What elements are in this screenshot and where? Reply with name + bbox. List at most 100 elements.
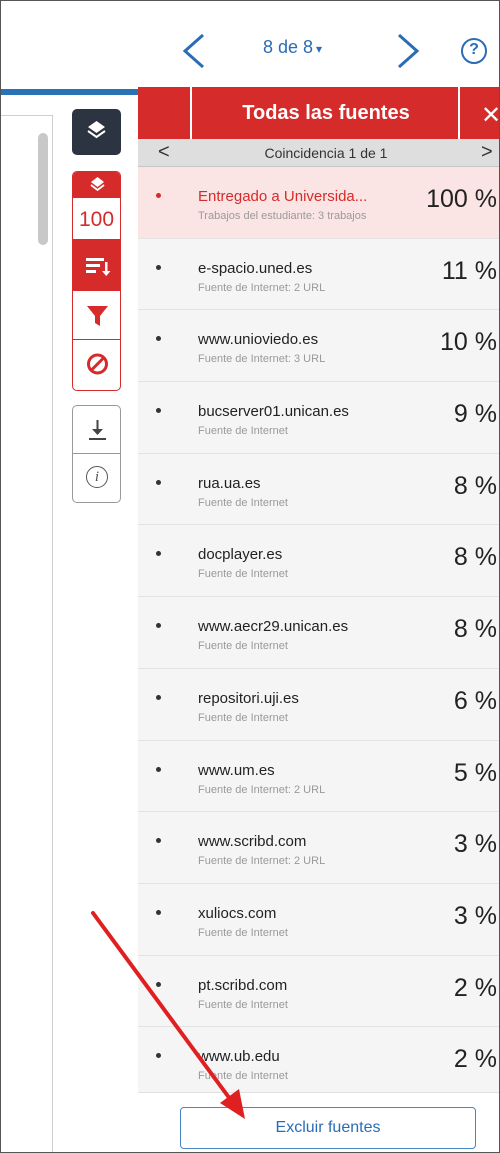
source-type: Fuente de Internet: [198, 1070, 288, 1083]
source-item[interactable]: www.aecr29.unican.es Fuente de Internet …: [138, 597, 499, 669]
source-name: repositori.uji.es: [198, 689, 299, 707]
source-item[interactable]: www.unioviedo.es Fuente de Internet: 3 U…: [138, 310, 499, 383]
source-percentage: 6 %: [453, 686, 497, 715]
exclude-sources-button[interactable]: Excluir fuentes: [180, 1107, 476, 1149]
bullet-icon: [156, 479, 161, 485]
sources-panel-header: Todas las fuentes ✕: [138, 87, 499, 139]
source-item[interactable]: repositori.uji.es Fuente de Internet 6 %: [138, 668, 499, 741]
bullet-icon: [156, 336, 161, 342]
source-type: Fuente de Internet: 2 URL: [198, 855, 326, 868]
source-percentage: 8 %: [453, 471, 497, 500]
source-type: Fuente de Internet: [198, 496, 288, 509]
source-type: Fuente de Internet: 3 URL: [198, 353, 326, 366]
document-page: [1, 115, 53, 1152]
source-name: pt.scribd.com: [198, 976, 288, 994]
source-name: e-spacio.uned.es: [198, 259, 313, 277]
help-icon[interactable]: ?: [461, 38, 487, 64]
source-name: xuliocs.com: [198, 904, 277, 922]
source-item[interactable]: rua.ua.es Fuente de Internet 8 %: [138, 453, 499, 526]
bullet-icon: [156, 694, 161, 700]
source-percentage: 5 %: [453, 758, 497, 787]
source-item[interactable]: e-spacio.uned.es Fuente de Internet: 2 U…: [138, 238, 499, 311]
page-selector[interactable]: 8 de 8 ▾: [263, 37, 322, 58]
next-page-button[interactable]: [393, 31, 423, 71]
page-label: 8 de 8: [263, 37, 314, 57]
bullet-icon: [156, 909, 161, 915]
chevron-right-icon: [398, 33, 420, 69]
sources-panel: Todas las fuentes ✕ < Coincidencia 1 de …: [138, 87, 499, 1152]
file-tools-group: i: [72, 405, 121, 503]
source-type: Fuente de Internet: [198, 926, 288, 939]
source-name: www.ub.edu: [198, 1048, 280, 1066]
source-type: Fuente de Internet: [198, 711, 288, 724]
bullet-icon: [156, 838, 161, 844]
filter-icon: [87, 306, 108, 326]
source-type: Fuente de Internet: [198, 640, 288, 653]
download-icon: [89, 420, 106, 440]
source-name: rua.ua.es: [198, 474, 261, 492]
source-percentage: 9 %: [453, 400, 497, 429]
bullet-icon: [156, 193, 161, 198]
exclude-matches-button[interactable]: [73, 340, 120, 388]
source-percentage: 10 %: [440, 328, 497, 357]
chevron-left-icon: [182, 33, 204, 69]
caret-down-icon: ▾: [316, 42, 323, 56]
bullet-icon: [156, 766, 161, 772]
bullet-icon: [156, 264, 161, 270]
source-item[interactable]: www.ub.edu Fuente de Internet 2 %: [138, 1027, 499, 1099]
previous-match-button[interactable]: <: [158, 141, 170, 164]
sources-panel-title: Todas las fuentes: [242, 102, 410, 124]
source-item[interactable]: xuliocs.com Fuente de Internet 3 %: [138, 883, 499, 956]
info-button[interactable]: i: [73, 454, 120, 502]
source-type: Fuente de Internet: [198, 425, 288, 438]
bullet-icon: [156, 551, 161, 557]
source-percentage: 2 %: [453, 1045, 497, 1074]
info-icon: i: [86, 466, 108, 488]
score-header: [73, 172, 120, 198]
bullet-icon: [156, 408, 161, 414]
layers-icon: [90, 177, 105, 192]
source-name: www.um.es: [198, 761, 275, 779]
source-percentage: 3 %: [453, 901, 497, 930]
source-type: Fuente de Internet: [198, 998, 288, 1011]
close-icon[interactable]: ✕: [481, 101, 499, 130]
layers-button[interactable]: [72, 109, 121, 155]
source-name: Entregado a Universida...: [198, 188, 368, 205]
sources-list: Entregado a Universida... Trabajos del e…: [138, 167, 499, 1099]
source-item[interactable]: bucserver01.unican.es Fuente de Internet…: [138, 382, 499, 454]
source-item[interactable]: www.um.es Fuente de Internet: 2 URL 5 %: [138, 740, 499, 813]
source-percentage: 8 %: [453, 543, 497, 572]
filter-button[interactable]: [73, 292, 120, 340]
source-type: Fuente de Internet: [198, 568, 288, 581]
source-item[interactable]: pt.scribd.com Fuente de Internet 2 %: [138, 955, 499, 1028]
source-percentage: 2 %: [453, 973, 497, 1002]
source-item[interactable]: www.scribd.com Fuente de Internet: 2 URL…: [138, 812, 499, 884]
next-match-button[interactable]: >: [481, 141, 493, 164]
document-scrollbar[interactable]: [38, 133, 48, 245]
top-navigation: 8 de 8 ▾ ?: [1, 1, 499, 89]
source-percentage: 100 %: [426, 185, 497, 213]
sort-list-icon: [86, 258, 111, 276]
match-counter: Coincidencia 1 de 1: [264, 145, 388, 161]
layers-icon: [87, 121, 106, 139]
source-item[interactable]: docplayer.es Fuente de Internet 8 %: [138, 525, 499, 598]
source-name: bucserver01.unican.es: [198, 403, 349, 421]
source-type: Fuente de Internet: 2 URL: [198, 281, 326, 294]
source-percentage: 8 %: [453, 615, 497, 644]
match-navigation: < Coincidencia 1 de 1 >: [138, 139, 499, 167]
sources-footer: Excluir fuentes: [138, 1092, 499, 1152]
similarity-score-button[interactable]: 100: [73, 172, 120, 240]
bullet-icon: [156, 623, 161, 629]
sort-sources-button[interactable]: [73, 240, 120, 292]
source-name: www.aecr29.unican.es: [198, 618, 349, 636]
source-percentage: 11 %: [441, 256, 497, 285]
bullet-icon: [156, 1053, 161, 1059]
source-type: Trabajos del estudiante: 3 trabajos: [198, 210, 367, 222]
source-percentage: 3 %: [453, 830, 497, 859]
previous-page-button[interactable]: [179, 31, 209, 71]
download-button[interactable]: [73, 406, 120, 454]
source-item[interactable]: Entregado a Universida... Trabajos del e…: [138, 167, 499, 239]
source-type: Fuente de Internet: 2 URL: [198, 783, 326, 796]
source-name: www.scribd.com: [198, 833, 307, 851]
similarity-score: 100: [78, 208, 115, 231]
